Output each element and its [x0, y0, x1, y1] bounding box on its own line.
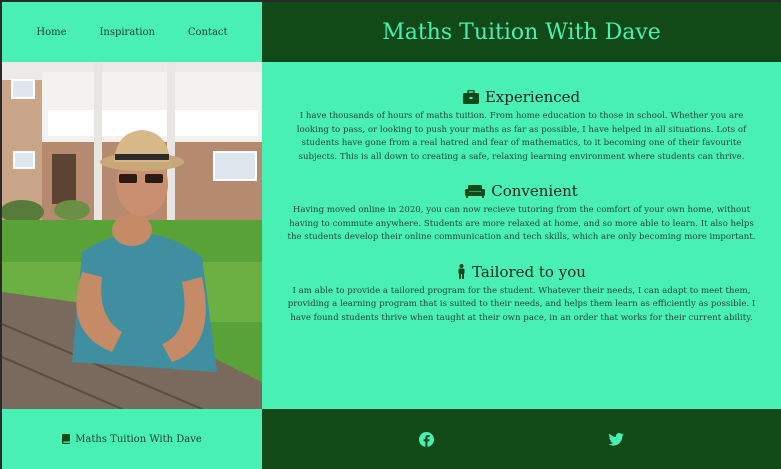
- nav-contact[interactable]: Contact: [188, 27, 228, 38]
- section-experienced: Experienced I have thousands of hours of…: [286, 88, 757, 164]
- briefcase-icon: [462, 90, 479, 104]
- twitter-link[interactable]: [606, 429, 626, 449]
- book-icon: [62, 434, 71, 444]
- page: Home Inspiration Contact Maths Tuition W…: [2, 2, 781, 469]
- section-heading: Convenient: [286, 182, 757, 200]
- section-heading: Experienced: [286, 88, 757, 106]
- photo-illustration: [2, 62, 262, 409]
- tutor-photo: [2, 62, 262, 409]
- main-content: Experienced I have thousands of hours of…: [262, 62, 781, 409]
- section-heading: Tailored to you: [286, 263, 757, 281]
- section-tailored: Tailored to you I am able to provide a t…: [286, 263, 757, 326]
- twitter-icon: [608, 432, 625, 446]
- nav-home[interactable]: Home: [36, 27, 66, 38]
- footer-brand: Maths Tuition With Dave: [2, 409, 262, 469]
- couch-icon: [465, 184, 486, 198]
- section-title: Convenient: [491, 182, 578, 200]
- top-nav: Home Inspiration Contact: [2, 2, 262, 62]
- section-title: Experienced: [484, 88, 581, 106]
- nav-inspiration[interactable]: Inspiration: [99, 27, 155, 38]
- section-title: Tailored to you: [472, 262, 586, 281]
- section-text: Having moved online in 2020, you can now…: [287, 205, 756, 242]
- section-text: I have thousands of hours of maths tuiti…: [296, 111, 747, 162]
- facebook-icon: [419, 431, 435, 447]
- site-title: Maths Tuition With Dave: [382, 19, 661, 45]
- person-icon: [458, 264, 465, 279]
- footer-brand-text: Maths Tuition With Dave: [75, 433, 202, 445]
- facebook-link[interactable]: [417, 429, 437, 449]
- footer-social: [262, 409, 781, 469]
- site-header: Maths Tuition With Dave: [262, 2, 781, 62]
- section-convenient: Convenient Having moved online in 2020, …: [286, 182, 757, 245]
- section-text: I am able to provide a tailored program …: [287, 285, 756, 323]
